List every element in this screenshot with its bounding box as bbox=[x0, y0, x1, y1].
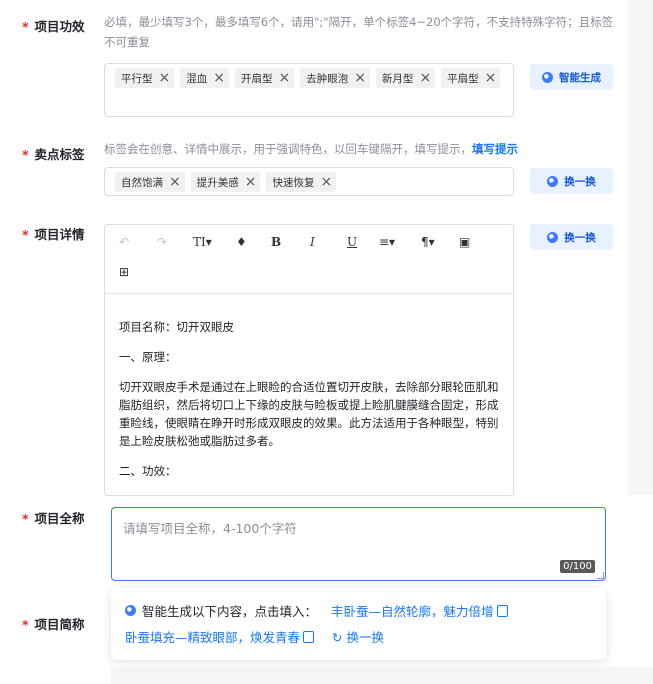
efficacy-hint: 必填，最少填写3个，最多填写6个，请用";"隔开，单个标签4~20个字符，不支持… bbox=[104, 15, 614, 49]
selling-hint: 标签会在创意、详情中展示，用于强调特色，以回车键隔开，填写提示，填写提示 bbox=[104, 142, 518, 156]
char-counter: 0/100 bbox=[560, 560, 595, 573]
italic-icon[interactable]: I bbox=[310, 235, 315, 249]
refresh-detail-button[interactable]: 换一换 bbox=[530, 224, 613, 250]
underline-icon[interactable]: U bbox=[347, 235, 357, 249]
tag-label: 新月型 bbox=[381, 72, 414, 85]
refresh-icon: ↻ bbox=[332, 630, 343, 645]
undo-icon[interactable]: ↶ bbox=[119, 235, 129, 249]
tag-item: 去肿眼泡 × bbox=[300, 68, 370, 88]
smart-generate-button[interactable]: 智能生成 bbox=[530, 64, 613, 90]
tag-label: 去肿眼泡 bbox=[306, 72, 349, 85]
refresh-suggestion-button[interactable]: ↻ 换一换 bbox=[332, 630, 384, 645]
efficacy-label: * 项目功效 bbox=[22, 19, 85, 34]
suggestion-option-2[interactable]: 卧蚕填充—精致眼部，焕发青春 bbox=[125, 630, 300, 645]
resize-handle-icon[interactable] bbox=[597, 572, 604, 579]
required-mark: * bbox=[22, 617, 29, 632]
editor-paragraph: 切开双眼皮手术是通过在上眼睑的合适位置切开皮肤，去除部分眼轮匝肌和脂肪组织，然后… bbox=[119, 380, 499, 448]
editor-paragraph: 二、功效： bbox=[119, 464, 177, 478]
tag-label: 平行型 bbox=[121, 72, 153, 85]
tag-remove-icon[interactable]: × bbox=[485, 69, 497, 87]
fullname-placeholder: 请填写项目全称，4-100个字符 bbox=[123, 521, 297, 536]
shortname-input[interactable] bbox=[111, 667, 653, 684]
tag-item: 新月型 × bbox=[375, 68, 436, 88]
tag-item: 自然饱满 × bbox=[115, 172, 185, 192]
required-mark: * bbox=[22, 227, 29, 242]
ai-sparkle-icon bbox=[547, 175, 559, 187]
fullname-textarea[interactable]: 请填写项目全称，4-100个字符 0/100 bbox=[111, 507, 606, 581]
selling-label: * 卖点标签 bbox=[22, 147, 85, 162]
bold-icon[interactable]: B bbox=[271, 235, 281, 249]
align-icon[interactable]: ≡▾ bbox=[379, 235, 395, 249]
editor-content[interactable]: 项目名称：切开双眼皮 一、原理： 切开双眼皮手术是通过在上眼睑的合适位置切开皮肤，去… bbox=[105, 294, 513, 480]
ai-sparkle-icon bbox=[125, 605, 136, 616]
tag-remove-icon[interactable]: × bbox=[213, 69, 225, 87]
required-mark: * bbox=[22, 511, 29, 526]
tag-item: 平扇型 × bbox=[441, 68, 501, 88]
tag-remove-icon[interactable]: × bbox=[169, 173, 181, 191]
detail-label: * 项目详情 bbox=[22, 227, 85, 242]
efficacy-tag-input[interactable]: 平行型 × 混血 × 开扇型 × 去肿眼泡 × 新月型 × 平扇型 × bbox=[104, 63, 514, 117]
scrollbar-track[interactable] bbox=[628, 0, 653, 495]
table-icon[interactable]: ⊞ bbox=[119, 265, 129, 279]
tag-label: 开扇型 bbox=[240, 72, 273, 85]
tag-label: 自然饱满 bbox=[121, 176, 163, 189]
fullname-label: * 项目全称 bbox=[22, 511, 85, 526]
tag-item: 平行型 × bbox=[115, 68, 175, 88]
tag-remove-icon[interactable]: × bbox=[320, 173, 332, 191]
tag-item: 开扇型 × bbox=[234, 68, 295, 88]
tag-item: 混血 × bbox=[180, 68, 229, 88]
editor-paragraph: 一、原理： bbox=[119, 350, 177, 364]
suggestion-option-1[interactable]: 丰卧蚕—自然轮廓，魅力倍增 bbox=[331, 604, 494, 619]
refresh-selling-button[interactable]: 换一换 bbox=[530, 168, 613, 194]
tag-remove-icon[interactable]: × bbox=[354, 69, 366, 87]
tag-remove-icon[interactable]: × bbox=[419, 69, 431, 87]
fill-tips-link[interactable]: 填写提示 bbox=[472, 142, 518, 156]
rich-text-editor[interactable]: ↶ ↷ TI▾ ♦ B I U ≡▾ ¶▾ ▣ ⊞ 项目名称：切开双眼皮 一、原理… bbox=[104, 224, 514, 496]
redo-icon[interactable]: ↷ bbox=[157, 235, 167, 249]
editor-toolbar: ↶ ↷ TI▾ ♦ B I U ≡▾ ¶▾ ▣ ⊞ bbox=[105, 225, 513, 294]
text-color-icon[interactable]: ♦ bbox=[236, 235, 247, 249]
suggestion-popover: 智能生成以下内容，点击填入： 丰卧蚕—自然轮廓，魅力倍增 卧蚕填充—精致眼部，焕… bbox=[111, 588, 606, 660]
editor-paragraph: 项目名称：切开双眼皮 bbox=[119, 320, 234, 334]
tag-remove-icon[interactable]: × bbox=[159, 69, 171, 87]
tag-remove-icon[interactable]: × bbox=[245, 173, 257, 191]
tag-label: 平扇型 bbox=[447, 72, 479, 85]
shortname-label: * 项目简称 bbox=[22, 617, 85, 632]
text-size-icon[interactable]: TI▾ bbox=[193, 235, 212, 249]
tag-remove-icon[interactable]: × bbox=[278, 69, 290, 87]
ai-sparkle-icon bbox=[547, 231, 559, 243]
tag-label: 混血 bbox=[186, 72, 208, 85]
ai-sparkle-icon bbox=[542, 71, 553, 83]
required-mark: * bbox=[22, 147, 29, 162]
fill-icon[interactable] bbox=[496, 605, 508, 617]
selling-tag-input[interactable]: 自然饱满 × 提升美感 × 快速恢复 × bbox=[104, 167, 514, 196]
tag-label: 快速恢复 bbox=[272, 176, 315, 189]
required-mark: * bbox=[22, 19, 29, 34]
image-icon[interactable]: ▣ bbox=[459, 235, 470, 249]
tag-label: 提升美感 bbox=[196, 176, 239, 189]
tag-item: 提升美感 × bbox=[190, 172, 261, 192]
paragraph-icon[interactable]: ¶▾ bbox=[421, 235, 435, 249]
fill-icon[interactable] bbox=[303, 631, 315, 643]
tag-item: 快速恢复 × bbox=[266, 172, 337, 192]
